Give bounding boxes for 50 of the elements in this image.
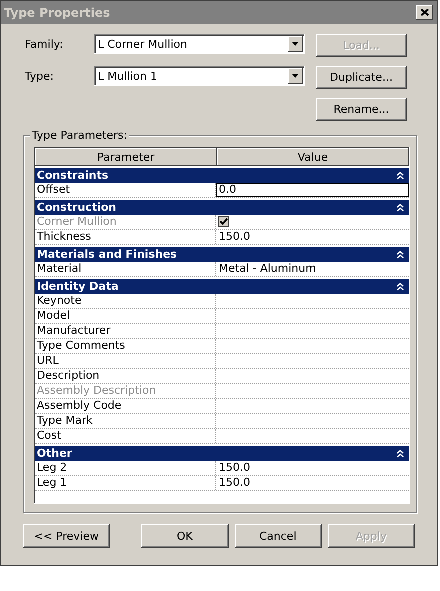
collapse-icon[interactable] <box>397 450 404 458</box>
dropdown-field[interactable]: L Mullion 1 <box>94 66 305 86</box>
parameter-value: 150.0 <box>218 461 252 475</box>
collapse-icon[interactable] <box>397 250 404 258</box>
collapse-icon[interactable] <box>397 172 404 180</box>
column-header[interactable]: Parameter <box>35 148 217 166</box>
parameter-name: Cost <box>35 429 216 443</box>
dialog-button[interactable]: Rename... <box>316 98 407 121</box>
parameter-name: URL <box>35 354 216 368</box>
close-icon <box>420 9 428 16</box>
dropdown-button[interactable] <box>288 68 303 84</box>
parameter-value: 150.0 <box>218 476 252 490</box>
window-title: Type Properties <box>4 6 110 20</box>
dialog-button[interactable]: Cancel <box>234 524 322 548</box>
group-title: Type Parameters: <box>30 129 130 142</box>
parameter-name: Keynote <box>35 294 216 308</box>
parameter-name: Description <box>35 369 216 383</box>
parameter-name: Leg 1 <box>35 476 216 490</box>
value-input[interactable]: 0.0 <box>216 183 409 197</box>
dialog-button[interactable]: OK <box>141 524 228 548</box>
field-label: Type: <box>25 70 55 82</box>
parameter-name: Model <box>35 309 216 323</box>
section-header[interactable]: Materials and Finishes <box>35 247 409 262</box>
parameter-value: 150.0 <box>218 230 252 244</box>
column-header[interactable]: Value <box>217 148 409 166</box>
parameter-name: Offset <box>35 183 216 197</box>
parameter-name: Assembly Description <box>35 384 216 398</box>
parameter-name: Thickness <box>35 230 216 244</box>
dialog-button[interactable]: << Preview <box>23 524 110 548</box>
close-button[interactable] <box>416 5 433 20</box>
collapse-icon[interactable] <box>397 282 404 290</box>
field-label: Family: <box>25 38 64 50</box>
section-header[interactable]: Constraints <box>35 168 409 183</box>
dropdown-field[interactable]: L Corner Mullion <box>94 34 305 54</box>
parameter-name: Corner Mullion <box>35 215 216 229</box>
section-header[interactable]: Construction <box>35 200 409 215</box>
parameter-value: Metal - Aluminum <box>218 262 318 276</box>
section-header[interactable]: Identity Data <box>35 279 409 294</box>
parameter-name: Manufacturer <box>35 324 216 338</box>
collapse-icon[interactable] <box>397 204 404 212</box>
parameter-name: Material <box>35 262 216 276</box>
section-header[interactable]: Other <box>35 446 409 461</box>
dialog-button[interactable]: Duplicate... <box>316 66 407 89</box>
caret-icon <box>292 42 299 46</box>
parameter-name: Assembly Code <box>35 399 216 413</box>
parameter-name: Type Comments <box>35 339 216 353</box>
caret-icon <box>292 74 299 78</box>
parameter-name: Leg 2 <box>35 461 216 475</box>
dropdown-button[interactable] <box>288 36 303 52</box>
parameter-name: Type Mark <box>35 414 216 428</box>
